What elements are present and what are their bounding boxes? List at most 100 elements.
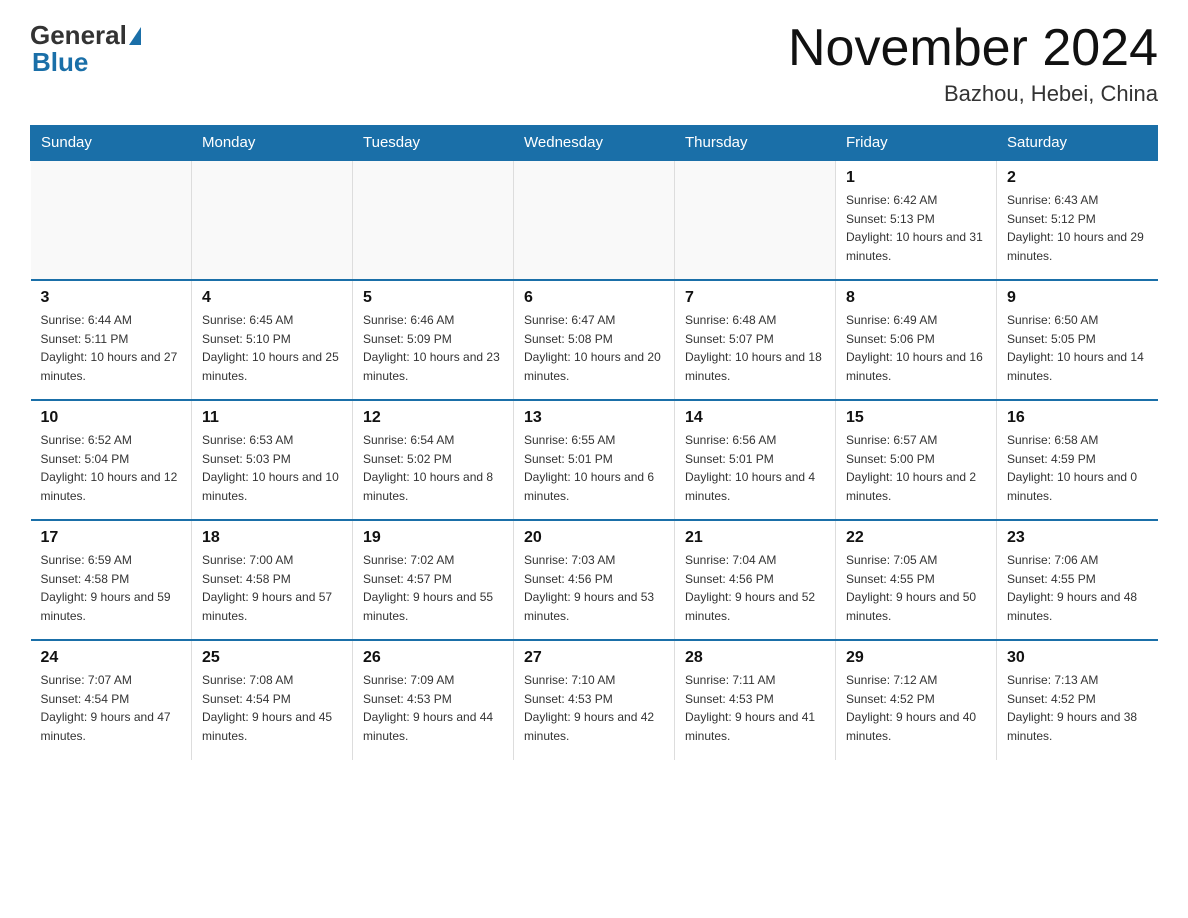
day-info: Sunrise: 7:02 AM Sunset: 4:57 PM Dayligh… <box>363 551 503 625</box>
calendar-cell: 29 Sunrise: 7:12 AM Sunset: 4:52 PM Dayli… <box>836 640 997 760</box>
calendar-cell: 16 Sunrise: 6:58 AM Sunset: 4:59 PM Dayli… <box>997 400 1158 520</box>
day-number: 16 <box>1007 409 1148 427</box>
day-info: Sunrise: 6:54 AM Sunset: 5:02 PM Dayligh… <box>363 431 503 505</box>
day-info: Sunrise: 6:44 AM Sunset: 5:11 PM Dayligh… <box>41 311 182 385</box>
weekday-header-monday: Monday <box>192 126 353 161</box>
day-number: 15 <box>846 409 986 427</box>
day-info: Sunrise: 6:58 AM Sunset: 4:59 PM Dayligh… <box>1007 431 1148 505</box>
week-row-2: 3Sunrise: 6:44 AM Sunset: 5:11 PM Daylig… <box>31 280 1158 400</box>
calendar-cell: 25Sunrise: 7:08 AM Sunset: 4:54 PM Dayli… <box>192 640 353 760</box>
day-info: Sunrise: 7:05 AM Sunset: 4:55 PM Dayligh… <box>846 551 986 625</box>
calendar-cell: 6Sunrise: 6:47 AM Sunset: 5:08 PM Daylig… <box>514 280 675 400</box>
weekday-header-tuesday: Tuesday <box>353 126 514 161</box>
day-number: 22 <box>846 529 986 547</box>
weekday-header-saturday: Saturday <box>997 126 1158 161</box>
calendar-cell: 3Sunrise: 6:44 AM Sunset: 5:11 PM Daylig… <box>31 280 192 400</box>
day-info: Sunrise: 7:04 AM Sunset: 4:56 PM Dayligh… <box>685 551 825 625</box>
day-number: 20 <box>524 529 664 547</box>
page-header: General Blue November 2024 Bazhou, Hebei… <box>30 20 1158 107</box>
day-number: 14 <box>685 409 825 427</box>
day-info: Sunrise: 6:48 AM Sunset: 5:07 PM Dayligh… <box>685 311 825 385</box>
day-info: Sunrise: 6:55 AM Sunset: 5:01 PM Dayligh… <box>524 431 664 505</box>
day-number: 24 <box>41 649 182 667</box>
day-number: 10 <box>41 409 182 427</box>
day-info: Sunrise: 6:45 AM Sunset: 5:10 PM Dayligh… <box>202 311 342 385</box>
calendar-table: SundayMondayTuesdayWednesdayThursdayFrid… <box>30 125 1158 760</box>
calendar-cell <box>514 160 675 280</box>
calendar-cell: 14 Sunrise: 6:56 AM Sunset: 5:01 PM Dayli… <box>675 400 836 520</box>
weekday-header-wednesday: Wednesday <box>514 126 675 161</box>
title-area: November 2024 Bazhou, Hebei, China <box>788 20 1158 107</box>
day-info: Sunrise: 6:53 AM Sunset: 5:03 PM Dayligh… <box>202 431 342 505</box>
day-info: Sunrise: 6:52 AM Sunset: 5:04 PM Dayligh… <box>41 431 182 505</box>
day-number: 5 <box>363 289 503 307</box>
calendar-cell: 27 Sunrise: 7:10 AM Sunset: 4:53 PM Dayli… <box>514 640 675 760</box>
logo-blue-text: Blue <box>32 47 88 77</box>
day-info: Sunrise: 7:08 AM Sunset: 4:54 PM Dayligh… <box>202 671 342 745</box>
day-info: Sunrise: 6:56 AM Sunset: 5:01 PM Dayligh… <box>685 431 825 505</box>
weekday-header-thursday: Thursday <box>675 126 836 161</box>
day-number: 4 <box>202 289 342 307</box>
calendar-cell: 7 Sunrise: 6:48 AM Sunset: 5:07 PM Daylig… <box>675 280 836 400</box>
day-info: Sunrise: 6:59 AM Sunset: 4:58 PM Dayligh… <box>41 551 182 625</box>
calendar-cell: 30 Sunrise: 7:13 AM Sunset: 4:52 PM Dayli… <box>997 640 1158 760</box>
day-number: 12 <box>363 409 503 427</box>
location-text: Bazhou, Hebei, China <box>788 81 1158 107</box>
day-info: Sunrise: 7:12 AM Sunset: 4:52 PM Dayligh… <box>846 671 986 745</box>
weekday-header-friday: Friday <box>836 126 997 161</box>
day-number: 30 <box>1007 649 1148 667</box>
calendar-cell <box>192 160 353 280</box>
day-number: 19 <box>363 529 503 547</box>
day-number: 13 <box>524 409 664 427</box>
calendar-cell: 15Sunrise: 6:57 AM Sunset: 5:00 PM Dayli… <box>836 400 997 520</box>
calendar-cell: 19 Sunrise: 7:02 AM Sunset: 4:57 PM Dayli… <box>353 520 514 640</box>
week-row-1: 1Sunrise: 6:42 AM Sunset: 5:13 PM Daylig… <box>31 160 1158 280</box>
calendar-cell: 26 Sunrise: 7:09 AM Sunset: 4:53 PM Dayli… <box>353 640 514 760</box>
week-row-4: 17 Sunrise: 6:59 AM Sunset: 4:58 PM Dayli… <box>31 520 1158 640</box>
day-info: Sunrise: 6:42 AM Sunset: 5:13 PM Dayligh… <box>846 191 986 265</box>
weekday-header-row: SundayMondayTuesdayWednesdayThursdayFrid… <box>31 126 1158 161</box>
logo: General Blue <box>30 20 143 78</box>
day-info: Sunrise: 7:06 AM Sunset: 4:55 PM Dayligh… <box>1007 551 1148 625</box>
calendar-cell: 22 Sunrise: 7:05 AM Sunset: 4:55 PM Dayli… <box>836 520 997 640</box>
day-info: Sunrise: 7:10 AM Sunset: 4:53 PM Dayligh… <box>524 671 664 745</box>
week-row-5: 24Sunrise: 7:07 AM Sunset: 4:54 PM Dayli… <box>31 640 1158 760</box>
day-info: Sunrise: 7:13 AM Sunset: 4:52 PM Dayligh… <box>1007 671 1148 745</box>
day-info: Sunrise: 6:43 AM Sunset: 5:12 PM Dayligh… <box>1007 191 1148 265</box>
day-info: Sunrise: 6:50 AM Sunset: 5:05 PM Dayligh… <box>1007 311 1148 385</box>
calendar-cell: 20 Sunrise: 7:03 AM Sunset: 4:56 PM Dayli… <box>514 520 675 640</box>
calendar-cell: 18Sunrise: 7:00 AM Sunset: 4:58 PM Dayli… <box>192 520 353 640</box>
day-number: 6 <box>524 289 664 307</box>
calendar-cell: 11 Sunrise: 6:53 AM Sunset: 5:03 PM Dayli… <box>192 400 353 520</box>
calendar-cell: 2 Sunrise: 6:43 AM Sunset: 5:12 PM Daylig… <box>997 160 1158 280</box>
month-title: November 2024 <box>788 20 1158 77</box>
day-number: 23 <box>1007 529 1148 547</box>
day-info: Sunrise: 7:09 AM Sunset: 4:53 PM Dayligh… <box>363 671 503 745</box>
calendar-cell <box>31 160 192 280</box>
day-number: 27 <box>524 649 664 667</box>
calendar-cell: 8 Sunrise: 6:49 AM Sunset: 5:06 PM Daylig… <box>836 280 997 400</box>
day-info: Sunrise: 7:03 AM Sunset: 4:56 PM Dayligh… <box>524 551 664 625</box>
calendar-cell: 9Sunrise: 6:50 AM Sunset: 5:05 PM Daylig… <box>997 280 1158 400</box>
calendar-cell: 23 Sunrise: 7:06 AM Sunset: 4:55 PM Dayli… <box>997 520 1158 640</box>
day-number: 28 <box>685 649 825 667</box>
day-info: Sunrise: 6:49 AM Sunset: 5:06 PM Dayligh… <box>846 311 986 385</box>
day-number: 2 <box>1007 169 1148 187</box>
day-number: 7 <box>685 289 825 307</box>
day-number: 29 <box>846 649 986 667</box>
day-number: 17 <box>41 529 182 547</box>
day-info: Sunrise: 7:00 AM Sunset: 4:58 PM Dayligh… <box>202 551 342 625</box>
day-info: Sunrise: 6:46 AM Sunset: 5:09 PM Dayligh… <box>363 311 503 385</box>
calendar-cell: 28Sunrise: 7:11 AM Sunset: 4:53 PM Dayli… <box>675 640 836 760</box>
calendar-cell: 21 Sunrise: 7:04 AM Sunset: 4:56 PM Dayli… <box>675 520 836 640</box>
week-row-3: 10 Sunrise: 6:52 AM Sunset: 5:04 PM Dayli… <box>31 400 1158 520</box>
calendar-cell: 13 Sunrise: 6:55 AM Sunset: 5:01 PM Dayli… <box>514 400 675 520</box>
calendar-cell: 10 Sunrise: 6:52 AM Sunset: 5:04 PM Dayli… <box>31 400 192 520</box>
day-number: 8 <box>846 289 986 307</box>
calendar-cell: 5 Sunrise: 6:46 AM Sunset: 5:09 PM Daylig… <box>353 280 514 400</box>
day-number: 21 <box>685 529 825 547</box>
day-number: 11 <box>202 409 342 427</box>
calendar-cell <box>675 160 836 280</box>
calendar-cell: 17 Sunrise: 6:59 AM Sunset: 4:58 PM Dayli… <box>31 520 192 640</box>
day-number: 26 <box>363 649 503 667</box>
